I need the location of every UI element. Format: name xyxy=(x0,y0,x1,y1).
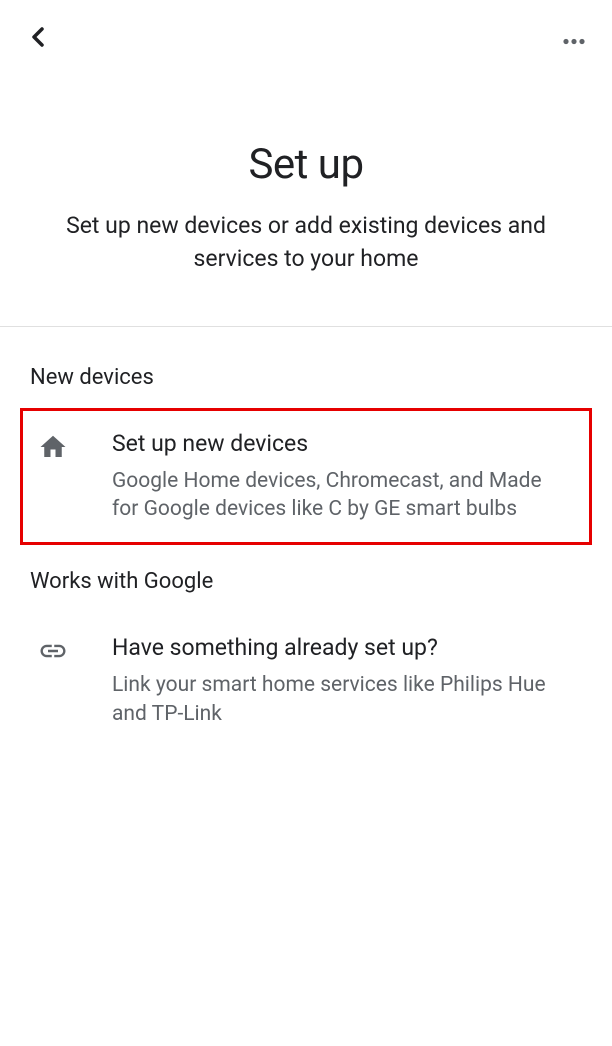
section-header-works-with-google: Works with Google xyxy=(30,545,582,612)
header-section: Set up Set up new devices or add existin… xyxy=(0,70,612,326)
link-services-item[interactable]: Have something already set up? Link your… xyxy=(30,612,582,750)
link-icon xyxy=(34,634,94,666)
item-text: Set up new devices Google Home devices, … xyxy=(94,430,564,524)
page-title: Set up xyxy=(40,140,572,189)
top-bar xyxy=(0,0,612,70)
section-header-new-devices: New devices xyxy=(30,327,582,408)
more-horizontal-icon xyxy=(562,30,586,49)
item-title: Set up new devices xyxy=(112,430,564,457)
chevron-left-icon xyxy=(26,25,50,53)
item-title: Have something already set up? xyxy=(112,634,564,661)
item-description: Google Home devices, Chromecast, and Mad… xyxy=(112,467,564,524)
item-text: Have something already set up? Link your… xyxy=(94,634,564,728)
home-icon xyxy=(34,430,94,462)
back-button[interactable] xyxy=(22,23,54,55)
page-subtitle: Set up new devices or add existing devic… xyxy=(40,209,572,276)
more-options-button[interactable] xyxy=(558,23,590,55)
new-devices-section: New devices Set up new devices Google Ho… xyxy=(0,327,612,750)
setup-new-devices-item[interactable]: Set up new devices Google Home devices, … xyxy=(20,408,592,546)
item-description: Link your smart home services like Phili… xyxy=(112,671,564,728)
